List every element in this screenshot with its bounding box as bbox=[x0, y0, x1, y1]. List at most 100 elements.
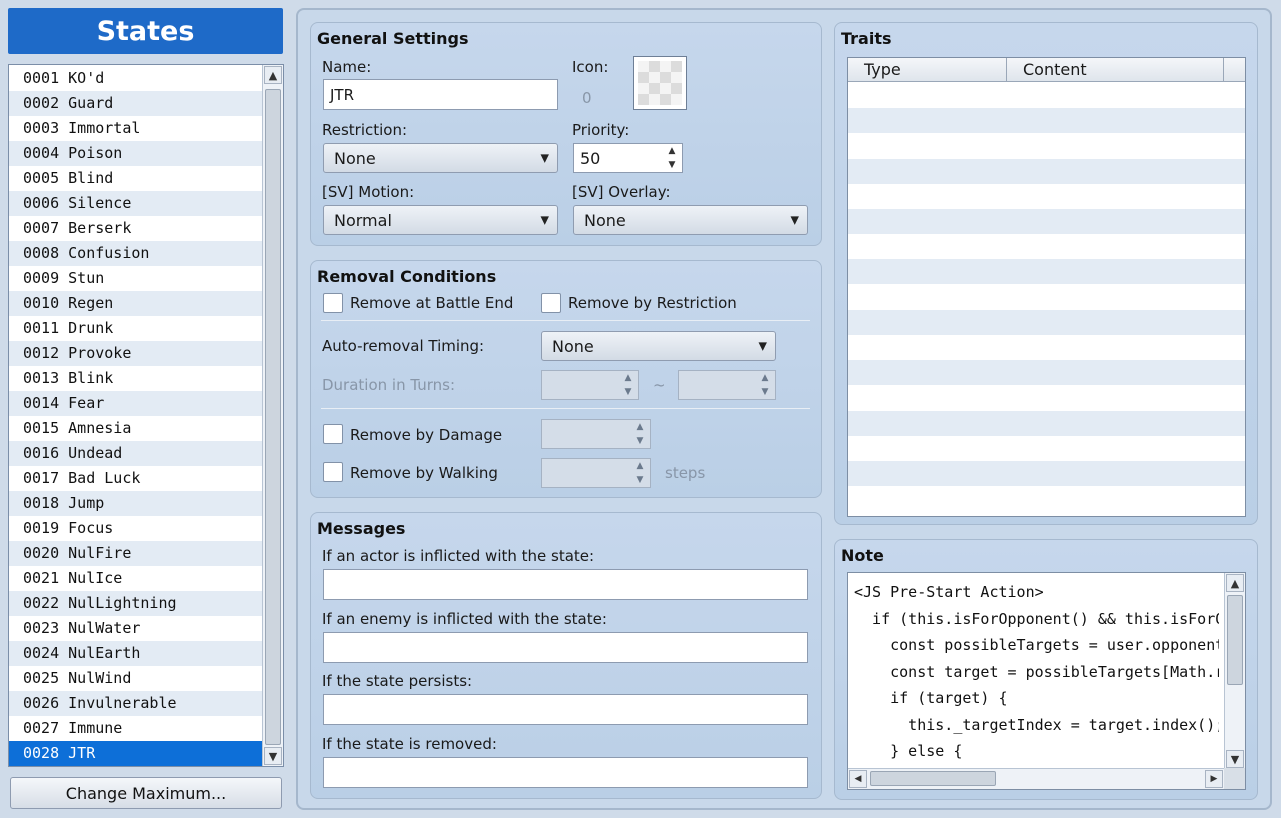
state-list-item[interactable]: 0027 Immune bbox=[9, 716, 262, 741]
scroll-left-icon[interactable]: ◀ bbox=[849, 770, 867, 788]
trait-row[interactable] bbox=[848, 83, 1245, 108]
type-column-header[interactable]: Type bbox=[848, 58, 1007, 82]
change-maximum-button[interactable]: Change Maximum... bbox=[10, 777, 282, 809]
state-list-item[interactable]: 0014 Fear bbox=[9, 391, 262, 416]
actor-message-input[interactable] bbox=[323, 569, 808, 600]
state-list-item[interactable]: 0028 JTR bbox=[9, 741, 262, 766]
restriction-dropdown[interactable]: None ▼ bbox=[323, 143, 558, 173]
scroll-down-icon[interactable]: ▼ bbox=[264, 747, 282, 765]
state-list-item[interactable]: 0006 Silence bbox=[9, 191, 262, 216]
trait-row[interactable] bbox=[848, 209, 1245, 234]
scroll-corner bbox=[1224, 768, 1245, 789]
trait-row[interactable] bbox=[848, 259, 1245, 285]
state-list-item[interactable]: 0003 Immortal bbox=[9, 116, 262, 141]
state-list-item[interactable]: 0026 Invulnerable bbox=[9, 691, 262, 716]
content-column-header[interactable]: Content bbox=[1007, 58, 1224, 82]
chevron-down-icon: ▼ bbox=[540, 213, 549, 227]
stepper-arrows-icon[interactable]: ▲ ▼ bbox=[634, 461, 646, 485]
trait-row[interactable] bbox=[848, 385, 1245, 410]
state-list-item[interactable]: 0019 Focus bbox=[9, 516, 262, 541]
trait-row[interactable] bbox=[848, 461, 1245, 486]
state-list-scrollbar[interactable]: ▲ ▼ bbox=[262, 65, 283, 766]
icon-picker[interactable] bbox=[633, 56, 687, 110]
trait-row[interactable] bbox=[848, 436, 1245, 461]
transparent-icon bbox=[638, 61, 682, 105]
state-list-item[interactable]: 0013 Blink bbox=[9, 366, 262, 391]
state-list-item[interactable]: 0017 Bad Luck bbox=[9, 466, 262, 491]
trait-row[interactable] bbox=[848, 360, 1245, 386]
state-list-item[interactable]: 0015 Amnesia bbox=[9, 416, 262, 441]
trait-row[interactable] bbox=[848, 184, 1245, 209]
state-list-item[interactable]: 0023 NulWater bbox=[9, 616, 262, 641]
scroll-down-icon[interactable]: ▼ bbox=[1226, 750, 1244, 768]
duration-min-stepper[interactable]: ▲ ▼ bbox=[541, 370, 639, 400]
state-list-item[interactable]: 0024 NulEarth bbox=[9, 641, 262, 666]
stepper-arrows-icon[interactable]: ▲ ▼ bbox=[622, 373, 634, 397]
motion-dropdown[interactable]: Normal ▼ bbox=[323, 205, 558, 235]
traits-table[interactable]: Type Content bbox=[847, 57, 1246, 517]
trait-row[interactable] bbox=[848, 410, 1245, 436]
note-horizontal-scrollbar[interactable]: ◀ ▶ bbox=[848, 768, 1224, 789]
scroll-up-icon[interactable]: ▲ bbox=[1226, 574, 1244, 592]
note-vertical-scrollbar[interactable]: ▲ ▼ bbox=[1224, 573, 1245, 769]
removed-message-input[interactable] bbox=[323, 757, 808, 788]
scroll-thumb[interactable] bbox=[265, 89, 281, 745]
chevron-down-icon: ▼ bbox=[540, 151, 549, 165]
trait-row[interactable] bbox=[848, 108, 1245, 134]
scroll-thumb[interactable] bbox=[1227, 595, 1243, 685]
trait-row[interactable] bbox=[848, 234, 1245, 259]
stepper-arrows-icon[interactable]: ▲ ▼ bbox=[759, 373, 771, 397]
stepper-arrows-icon[interactable]: ▲ ▼ bbox=[634, 422, 646, 446]
trait-row[interactable] bbox=[848, 158, 1245, 184]
state-list-item[interactable]: 0005 Blind bbox=[9, 166, 262, 191]
remove-at-battle-end-checkbox[interactable] bbox=[323, 293, 343, 313]
state-list-item[interactable]: 0010 Regen bbox=[9, 291, 262, 316]
trait-row[interactable] bbox=[848, 486, 1245, 511]
restriction-label: Restriction: bbox=[322, 121, 408, 139]
stepper-arrows-icon[interactable]: ▲ ▼ bbox=[666, 146, 678, 170]
trait-row[interactable] bbox=[848, 133, 1245, 158]
state-list-item[interactable]: 0011 Drunk bbox=[9, 316, 262, 341]
scroll-right-icon[interactable]: ▶ bbox=[1205, 770, 1223, 788]
auto-removal-timing-dropdown[interactable]: None ▼ bbox=[541, 331, 776, 361]
trait-row[interactable] bbox=[848, 335, 1245, 360]
state-list-item[interactable]: 0004 Poison bbox=[9, 141, 262, 166]
enemy-message-label: If an enemy is inflicted with the state: bbox=[322, 610, 607, 628]
damage-stepper[interactable]: ▲ ▼ bbox=[541, 419, 651, 449]
state-list-item[interactable]: 0016 Undead bbox=[9, 441, 262, 466]
messages-title: Messages bbox=[317, 519, 406, 538]
state-list-item[interactable]: 0022 NulLightning bbox=[9, 591, 262, 616]
remove-at-battle-end-label: Remove at Battle End bbox=[350, 294, 514, 312]
remove-by-walking-checkbox[interactable] bbox=[323, 462, 343, 482]
duration-tilde: ~ bbox=[653, 376, 666, 394]
state-list[interactable]: 0001 KO'd 0002 Guard 0003 Immortal 0004 Poi… bbox=[8, 64, 284, 767]
general-settings-title: General Settings bbox=[317, 29, 469, 48]
state-list-item[interactable]: 0021 NulIce bbox=[9, 566, 262, 591]
priority-stepper[interactable]: 50 ▲ ▼ bbox=[573, 143, 683, 173]
state-list-item[interactable]: 0001 KO'd bbox=[9, 66, 262, 91]
duration-max-stepper[interactable]: ▲ ▼ bbox=[678, 370, 776, 400]
states-title: States bbox=[8, 8, 283, 54]
persists-message-input[interactable] bbox=[323, 694, 808, 725]
remove-by-damage-checkbox[interactable] bbox=[323, 424, 343, 444]
enemy-message-input[interactable] bbox=[323, 632, 808, 663]
state-list-item[interactable]: 0020 NulFire bbox=[9, 541, 262, 566]
state-list-item[interactable]: 0007 Berserk bbox=[9, 216, 262, 241]
name-input[interactable]: JTR bbox=[323, 79, 558, 110]
walking-steps-stepper[interactable]: ▲ ▼ bbox=[541, 458, 651, 488]
state-list-item[interactable]: 0002 Guard bbox=[9, 91, 262, 116]
state-list-item[interactable]: 0018 Jump bbox=[9, 491, 262, 516]
scroll-up-icon[interactable]: ▲ bbox=[264, 66, 282, 84]
state-list-item[interactable]: 0012 Provoke bbox=[9, 341, 262, 366]
overlay-dropdown[interactable]: None ▼ bbox=[573, 205, 808, 235]
actor-message-label: If an actor is inflicted with the state: bbox=[322, 547, 595, 565]
trait-row[interactable] bbox=[848, 309, 1245, 335]
state-list-item[interactable]: 0025 NulWind bbox=[9, 666, 262, 691]
note-title: Note bbox=[841, 546, 884, 565]
trait-row[interactable] bbox=[848, 285, 1245, 310]
scroll-thumb[interactable] bbox=[870, 771, 996, 786]
state-list-item[interactable]: 0009 Stun bbox=[9, 266, 262, 291]
note-textarea[interactable]: <JS Pre-Start Action> if (this.isForOppo… bbox=[847, 572, 1246, 790]
remove-by-restriction-checkbox[interactable] bbox=[541, 293, 561, 313]
state-list-item[interactable]: 0008 Confusion bbox=[9, 241, 262, 266]
